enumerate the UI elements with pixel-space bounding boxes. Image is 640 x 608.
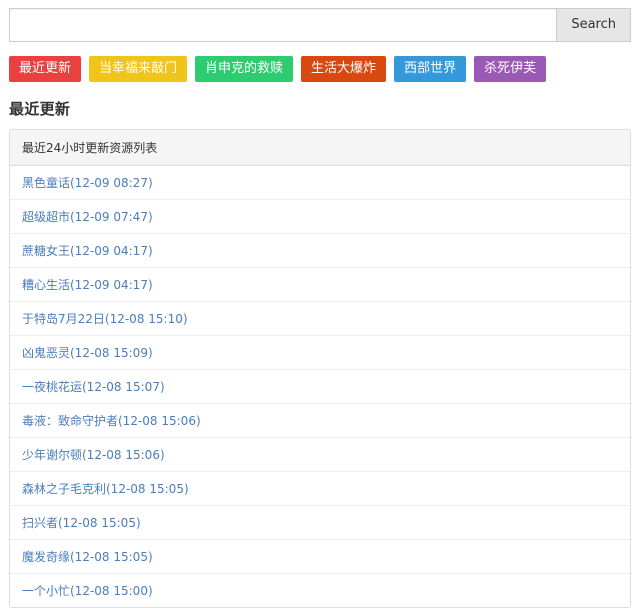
panel-heading: 最近24小时更新资源列表 [10,130,630,166]
list-item[interactable]: 一夜桃花运(12-08 15:07) [10,370,630,404]
tag-button-killing-eve[interactable]: 杀死伊芙 [474,56,547,82]
tag-button-big-bang[interactable]: 生活大爆炸 [301,56,387,82]
resource-link[interactable]: 一夜桃花运(12-08 15:07) [22,380,165,394]
search-button[interactable]: Search [556,8,631,42]
list-item[interactable]: 毒液：致命守护者(12-08 15:06) [10,404,630,438]
tag-button-row: 最近更新 当幸福来敲门 肖申克的救赎 生活大爆炸 西部世界 杀死伊芙 [9,56,631,82]
list-item[interactable]: 蔗糖女王(12-09 04:17) [10,234,630,268]
resource-link[interactable]: 魔发奇缘(12-08 15:05) [22,550,153,564]
resource-link[interactable]: 少年谢尔顿(12-08 15:06) [22,448,165,462]
resource-list: 黑色童话(12-09 08:27) 超级超市(12-09 07:47) 蔗糖女王… [10,166,630,607]
resource-link[interactable]: 森林之子毛克利(12-08 15:05) [22,482,189,496]
list-item[interactable]: 少年谢尔顿(12-08 15:06) [10,438,630,472]
list-item[interactable]: 森林之子毛克利(12-08 15:05) [10,472,630,506]
tag-button-pursuit[interactable]: 当幸福来敲门 [89,56,188,82]
list-item[interactable]: 于特岛7月22日(12-08 15:10) [10,302,630,336]
resource-link[interactable]: 扫兴者(12-08 15:05) [22,516,141,530]
list-item[interactable]: 超级超市(12-09 07:47) [10,200,630,234]
list-item[interactable]: 魔发奇缘(12-08 15:05) [10,540,630,574]
tag-button-recent[interactable]: 最近更新 [9,56,82,82]
resource-link[interactable]: 凶鬼恶灵(12-08 15:09) [22,346,153,360]
resource-link[interactable]: 糟心生活(12-09 04:17) [22,278,153,292]
tag-button-westworld[interactable]: 西部世界 [394,56,467,82]
resource-link[interactable]: 黑色童话(12-09 08:27) [22,176,153,190]
resource-link[interactable]: 毒液：致命守护者(12-08 15:06) [22,414,201,428]
tag-button-shawshank[interactable]: 肖申克的救赎 [195,56,294,82]
recent-updates-panel: 最近24小时更新资源列表 黑色童话(12-09 08:27) 超级超市(12-0… [9,129,631,608]
list-item[interactable]: 黑色童话(12-09 08:27) [10,166,630,200]
resource-link[interactable]: 超级超市(12-09 07:47) [22,210,153,224]
resource-link[interactable]: 于特岛7月22日(12-08 15:10) [22,312,188,326]
resource-link[interactable]: 一个小忙(12-08 15:00) [22,584,153,598]
page-title: 最近更新 [9,100,71,118]
search-bar: Search [9,8,631,42]
search-input[interactable] [9,8,557,42]
list-item[interactable]: 糟心生活(12-09 04:17) [10,268,630,302]
resource-link[interactable]: 蔗糖女王(12-09 04:17) [22,244,153,258]
list-item[interactable]: 凶鬼恶灵(12-08 15:09) [10,336,630,370]
list-item[interactable]: 扫兴者(12-08 15:05) [10,506,630,540]
list-item[interactable]: 一个小忙(12-08 15:00) [10,574,630,607]
